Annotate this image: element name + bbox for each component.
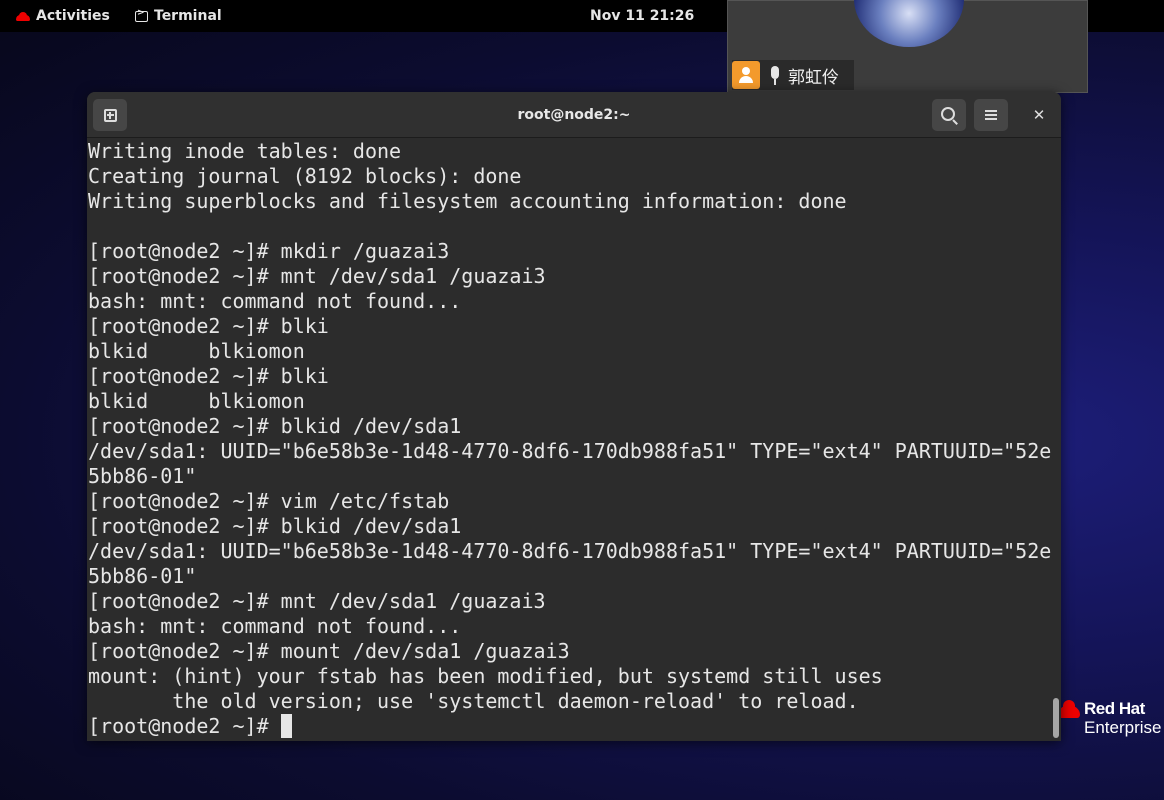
microphone-icon (766, 61, 786, 89)
participant-name-bar: 郭虹伶 (732, 60, 854, 90)
terminal-titlebar[interactable]: root@node2:~ ✕ (87, 92, 1061, 138)
desktop-background: Activities Terminal Nov 11 21:26 郭虹伶 Red… (0, 0, 1164, 800)
search-icon (940, 106, 955, 121)
terminal-line: 5bb86-01" (88, 464, 197, 488)
menu-button[interactable] (974, 99, 1008, 131)
terminal-line: blkid blkiomon (88, 339, 305, 363)
video-call-overlay[interactable]: 郭虹伶 (727, 0, 1088, 93)
window-title: root@node2:~ (517, 107, 631, 123)
terminal-output[interactable]: Writing inode tables: done Creating journ… (87, 138, 1051, 741)
terminal-prompt-line[interactable]: [root@node2 ~]# (87, 714, 1051, 739)
terminal-line: blkid blkiomon (88, 389, 305, 413)
close-icon: ✕ (1032, 106, 1046, 124)
terminal-line: bash: mnt: command not found... (88, 289, 462, 313)
shell-prompt: [root@node2 ~]# (88, 714, 281, 738)
user-icon (732, 61, 760, 89)
app-menu-label: Terminal (154, 8, 222, 24)
terminal-line: Writing inode tables: done (88, 139, 402, 163)
participant-name: 郭虹伶 (788, 67, 839, 88)
terminal-line: [root@node2 ~]# mnt /dev/sda1 /guazai3 (88, 589, 546, 613)
scrollbar-thumb[interactable] (1053, 698, 1059, 738)
terminal-line: bash: mnt: command not found... (88, 614, 462, 638)
terminal-line: Creating journal (8192 blocks): done (88, 164, 522, 188)
terminal-line: the old version; use 'systemctl daemon-r… (88, 689, 859, 713)
redhat-enterprise-logo: Red Hat Enterprise (1056, 696, 1164, 740)
terminal-line: 5bb86-01" (88, 564, 197, 588)
hamburger-menu-icon (985, 110, 997, 120)
activities-button[interactable]: Activities (16, 0, 110, 32)
terminal-line: [root@node2 ~]# blkid /dev/sda1 (88, 414, 462, 438)
activities-label: Activities (36, 8, 110, 24)
terminal-line: [root@node2 ~]# mnt /dev/sda1 /guazai3 (88, 264, 546, 288)
text-cursor (280, 714, 292, 738)
terminal-lines: Writing inode tables: done Creating journ… (87, 139, 1051, 739)
new-tab-button[interactable] (93, 99, 127, 131)
brand-subtitle: Enterprise (1084, 718, 1162, 737)
terminal-line: [root@node2 ~]# mount /dev/sda1 /guazai3 (88, 639, 570, 663)
redhat-icon (16, 11, 30, 21)
app-menu-terminal[interactable]: Terminal (135, 0, 222, 32)
close-button[interactable]: ✕ (1022, 99, 1056, 131)
participant-avatar (854, 0, 964, 47)
terminal-scrollbar[interactable] (1051, 138, 1061, 741)
terminal-window[interactable]: root@node2:~ ✕ Writing inode tables: don… (87, 92, 1061, 741)
clock[interactable]: Nov 11 21:26 (590, 0, 694, 32)
terminal-line: [root@node2 ~]# blkid /dev/sda1 (88, 514, 462, 538)
new-tab-icon (103, 108, 117, 122)
terminal-line: /dev/sda1: UUID="b6e58b3e-1d48-4770-8df6… (88, 439, 1051, 463)
terminal-line: [root@node2 ~]# blki (88, 364, 329, 388)
terminal-line: mount: (hint) your fstab has been modifi… (88, 664, 883, 688)
terminal-line: [root@node2 ~]# mkdir /guazai3 (88, 239, 450, 263)
terminal-line: [root@node2 ~]# blki (88, 314, 329, 338)
terminal-line: Writing superblocks and filesystem accou… (88, 189, 847, 213)
brand-title: Red Hat (1084, 699, 1145, 718)
terminal-line: [root@node2 ~]# vim /etc/fstab (88, 489, 450, 513)
terminal-line: /dev/sda1: UUID="b6e58b3e-1d48-4770-8df6… (88, 539, 1051, 563)
terminal-icon (135, 8, 148, 22)
search-button[interactable] (932, 99, 966, 131)
